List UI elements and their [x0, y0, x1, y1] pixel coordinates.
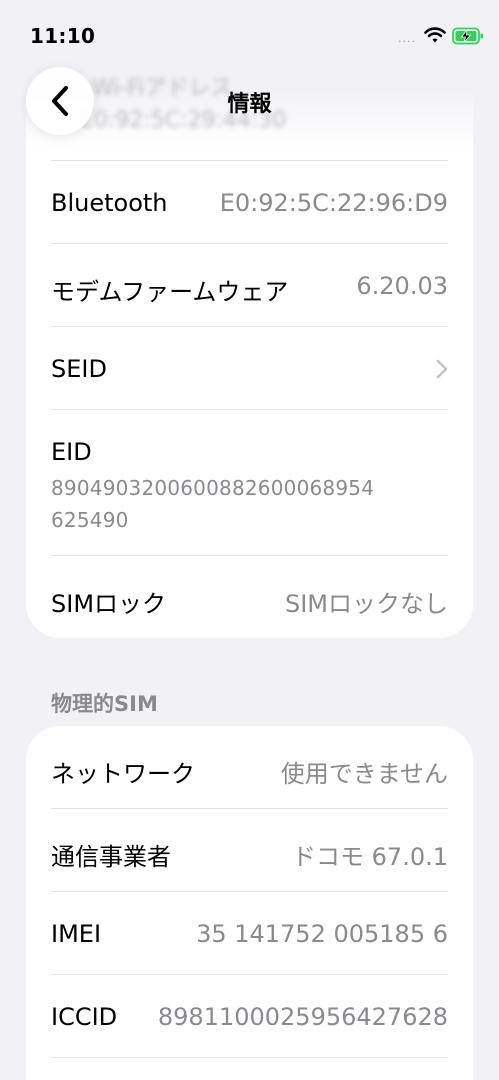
cellular-signal-icon: ....: [398, 32, 416, 45]
about-screen: Bluetooth E0:92:5C:22:96:D9 モデムファームウェア 6…: [0, 0, 499, 1080]
row-label: EID: [51, 438, 92, 466]
status-bar: 11:10 ....: [0, 0, 499, 70]
wifi-icon: [424, 27, 446, 43]
row-label: モデムファームウェア: [51, 278, 289, 306]
info-card-physical-sim: ネットワーク 使用できません 通信事業者 ドコモ 67.0.1 IMEI 35 …: [26, 726, 473, 1080]
chevron-right-icon: [436, 359, 448, 379]
battery-charging-icon: [452, 27, 483, 45]
row-value: 使用できません: [280, 760, 448, 788]
row-label: SIMロック: [51, 590, 167, 618]
row-label: ICCID: [51, 1003, 118, 1031]
eid-value-line2: 625490: [51, 508, 129, 532]
row-iccid: ICCID 8981100025956427628: [26, 975, 473, 1057]
row-value: 8981100025956427628: [157, 1003, 448, 1031]
row-value: SIMロックなし: [284, 590, 448, 618]
row-imei: IMEI 35 141752 005185 6: [26, 892, 473, 974]
row-separator: [51, 1057, 448, 1058]
row-seid[interactable]: SEID: [26, 327, 473, 409]
row-sim-lock: SIMロック SIMロックなし: [26, 556, 473, 638]
row-value: E0:92:5C:22:96:D9: [219, 189, 448, 217]
row-bluetooth: Bluetooth E0:92:5C:22:96:D9: [26, 161, 473, 243]
row-carrier: 通信事業者 ドコモ 67.0.1: [26, 809, 473, 891]
row-label: IMEI: [51, 920, 102, 948]
row-value: 35 141752 005185 6: [196, 920, 448, 948]
row-label: ネットワーク: [51, 760, 195, 788]
row-value: 6.20.03: [356, 272, 448, 300]
eid-value-line1: 8904903200600882600068954: [51, 476, 375, 500]
row-label: 通信事業者: [51, 843, 171, 871]
row-eid: EID 8904903200600882600068954 625490: [26, 410, 473, 555]
row-value: ドコモ 67.0.1: [292, 843, 448, 871]
row-modem-firmware: モデムファームウェア 6.20.03: [26, 244, 473, 326]
section-header-physical-sim: 物理的SIM: [51, 692, 158, 716]
row-label: SEID: [51, 355, 107, 383]
page-title: 情報: [227, 92, 272, 117]
row-label: Bluetooth: [51, 189, 168, 217]
row-network: ネットワーク 使用できません: [26, 726, 473, 808]
status-time: 11:10: [30, 24, 96, 48]
